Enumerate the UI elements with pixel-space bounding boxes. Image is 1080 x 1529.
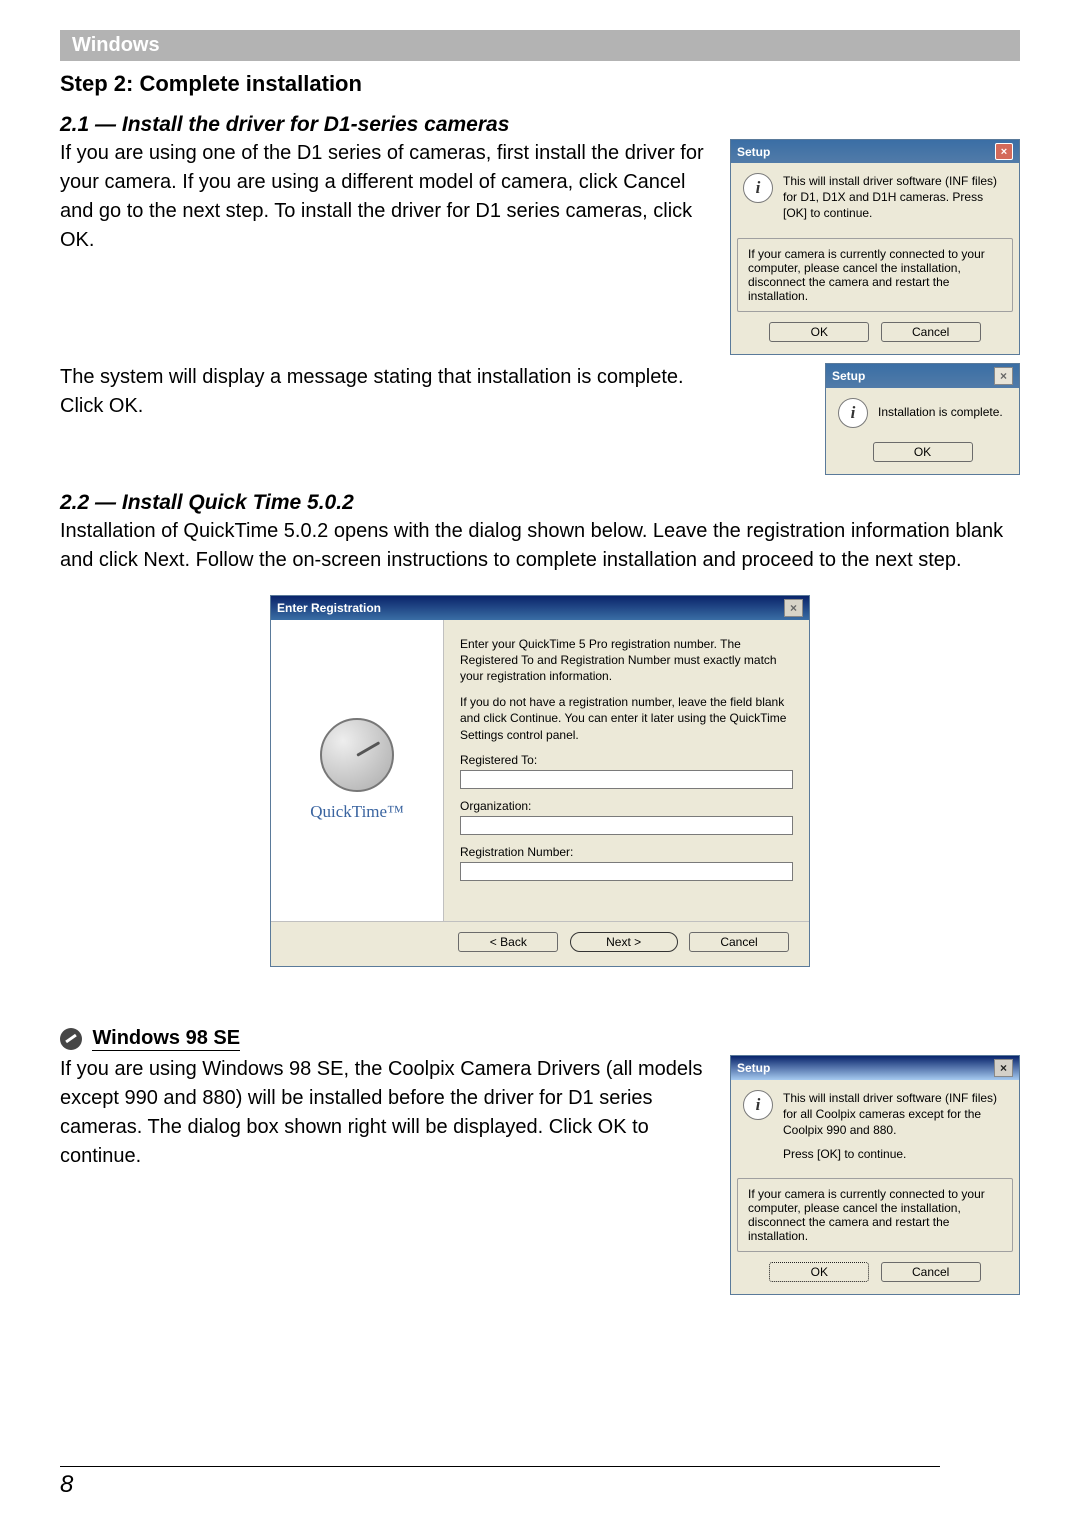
cancel-button[interactable]: Cancel: [881, 1262, 981, 1282]
section-22-paragraph: Installation of QuickTime 5.0.2 opens wi…: [60, 517, 1020, 575]
setup-dialog-coolpix: Setup × i This will install driver softw…: [730, 1055, 1020, 1296]
os-header: Windows: [60, 30, 1020, 61]
dialog-message: This will install driver software (INF f…: [783, 173, 1007, 222]
next-button[interactable]: Next >: [570, 932, 678, 952]
setup-dialog-complete: Setup × i Installation is complete. OK: [825, 363, 1020, 475]
close-icon[interactable]: ×: [784, 599, 803, 617]
organization-input[interactable]: [460, 816, 793, 835]
registration-number-input[interactable]: [460, 862, 793, 881]
pencil-icon: [60, 1028, 82, 1050]
ok-button[interactable]: OK: [769, 322, 869, 342]
close-icon[interactable]: ×: [995, 143, 1013, 160]
section-21-heading: 2.1 — Install the driver for D1-series c…: [60, 113, 1020, 137]
qt-text2: If you do not have a registration number…: [460, 694, 793, 743]
organization-label: Organization:: [460, 799, 793, 813]
cancel-button[interactable]: Cancel: [881, 322, 981, 342]
step-heading: Step 2: Complete installation: [60, 71, 1020, 97]
page-number: 8: [60, 1466, 940, 1499]
dialog-warning: If your camera is currently connected to…: [737, 238, 1013, 312]
dialog-warning: If your camera is currently connected to…: [737, 1178, 1013, 1252]
dialog-title: Enter Registration: [277, 601, 381, 615]
section-21-paragraph2: The system will display a message statin…: [60, 363, 697, 421]
ok-button[interactable]: OK: [769, 1262, 869, 1282]
section-22-heading: 2.2 — Install Quick Time 5.0.2: [60, 491, 1020, 515]
win98-note-label: Windows 98 SE: [92, 1027, 240, 1051]
quicktime-brand-label: QuickTime™: [310, 802, 403, 822]
registered-to-input[interactable]: [460, 770, 793, 789]
info-icon: i: [838, 398, 868, 428]
back-button[interactable]: < Back: [458, 932, 558, 952]
ok-button[interactable]: OK: [873, 442, 973, 462]
dialog-title: Setup: [737, 145, 770, 159]
qt-text1: Enter your QuickTime 5 Pro registration …: [460, 636, 793, 685]
cancel-button[interactable]: Cancel: [689, 932, 789, 952]
info-icon: i: [743, 1090, 773, 1120]
quicktime-registration-dialog: Enter Registration × QuickTime™ Enter yo…: [270, 595, 810, 967]
dialog-title: Setup: [737, 1061, 770, 1075]
dialog-message: Installation is complete.: [878, 398, 1003, 420]
win98-note-paragraph: If you are using Windows 98 SE, the Cool…: [60, 1055, 712, 1171]
info-icon: i: [743, 173, 773, 203]
section-21-paragraph: If you are using one of the D1 series of…: [60, 139, 712, 255]
quicktime-logo-icon: [320, 718, 394, 792]
close-icon[interactable]: ×: [994, 1059, 1013, 1077]
registration-number-label: Registration Number:: [460, 845, 793, 859]
registered-to-label: Registered To:: [460, 753, 793, 767]
dialog-message: This will install driver software (INF f…: [783, 1090, 1007, 1139]
close-icon[interactable]: ×: [994, 367, 1013, 385]
dialog-message2: Press [OK] to continue.: [783, 1146, 1007, 1162]
setup-dialog-d1: Setup × i This will install driver softw…: [730, 139, 1020, 355]
dialog-title: Setup: [832, 369, 865, 383]
